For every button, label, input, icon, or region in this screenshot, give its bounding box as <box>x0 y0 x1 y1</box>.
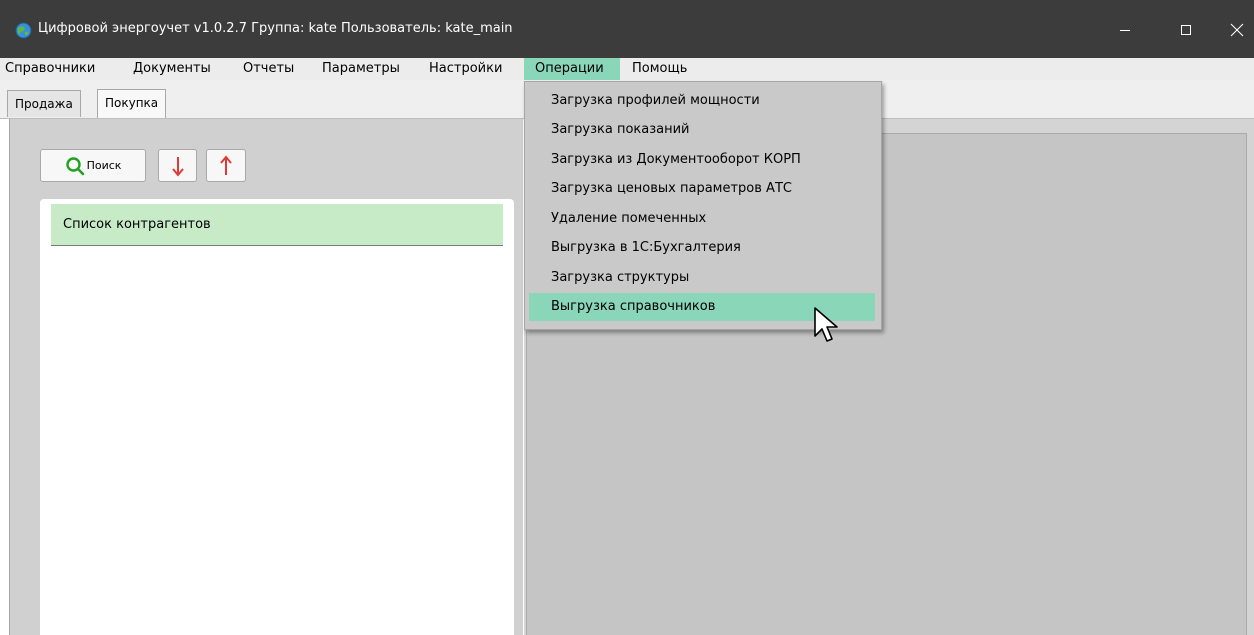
minimize-button[interactable] <box>1102 14 1148 46</box>
menu-item-load-power-profiles[interactable]: Загрузка профилей мощности <box>529 87 875 115</box>
menu-item-delete-marked[interactable]: Удаление помеченных <box>529 205 875 233</box>
move-up-button[interactable] <box>206 149 246 182</box>
operations-menu: Загрузка профилей мощности Загрузка пока… <box>524 81 882 330</box>
left-panel: Поиск Список контрагентов <box>9 119 523 635</box>
close-icon <box>1230 23 1244 37</box>
tab-pokupka[interactable]: Покупка <box>97 89 167 118</box>
maximize-button[interactable] <box>1163 14 1209 46</box>
title-bar: Цифровой энергоучет v1.0.2.7 Группа: kat… <box>0 0 1254 58</box>
menu-dokumenty[interactable]: Документы <box>128 58 216 80</box>
menu-item-load-from-docflow[interactable]: Загрузка из Документооборот КОРП <box>529 146 875 174</box>
globe-icon <box>15 22 32 39</box>
mouse-cursor-icon <box>814 307 838 342</box>
menu-item-load-ats-prices[interactable]: Загрузка ценовых параметров АТС <box>529 175 875 203</box>
menu-parametry[interactable]: Параметры <box>317 58 405 80</box>
list-header[interactable]: Список контрагентов <box>51 204 503 246</box>
menu-otchety[interactable]: Отчеты <box>238 58 299 80</box>
menu-item-load-structure[interactable]: Загрузка структуры <box>529 264 875 292</box>
arrow-up-icon <box>220 154 232 175</box>
tab-prodazha[interactable]: Продажа <box>7 90 81 117</box>
window-title: Цифровой энергоучет v1.0.2.7 Группа: kat… <box>38 21 513 36</box>
menu-bar: Справочники Документы Отчеты Параметры Н… <box>0 58 1254 81</box>
menu-nastroyki[interactable]: Настройки <box>424 58 507 80</box>
maximize-icon <box>1181 25 1191 35</box>
menu-pomoshch[interactable]: Помощь <box>627 58 692 80</box>
menu-operatsii[interactable]: Операции <box>524 58 620 80</box>
minimize-icon <box>1120 30 1130 31</box>
menu-item-load-readings[interactable]: Загрузка показаний <box>529 116 875 144</box>
search-icon <box>65 156 84 175</box>
menu-spravochniki[interactable]: Справочники <box>0 58 100 80</box>
move-down-button[interactable] <box>158 149 197 182</box>
search-button[interactable]: Поиск <box>40 149 146 182</box>
counterparty-list: Список контрагентов <box>40 199 514 635</box>
search-button-label: Поиск <box>86 159 122 172</box>
arrow-down-icon <box>171 156 184 177</box>
menu-item-export-1c[interactable]: Выгрузка в 1С:Бухгалтерия <box>529 234 875 262</box>
close-button[interactable] <box>1214 14 1254 46</box>
